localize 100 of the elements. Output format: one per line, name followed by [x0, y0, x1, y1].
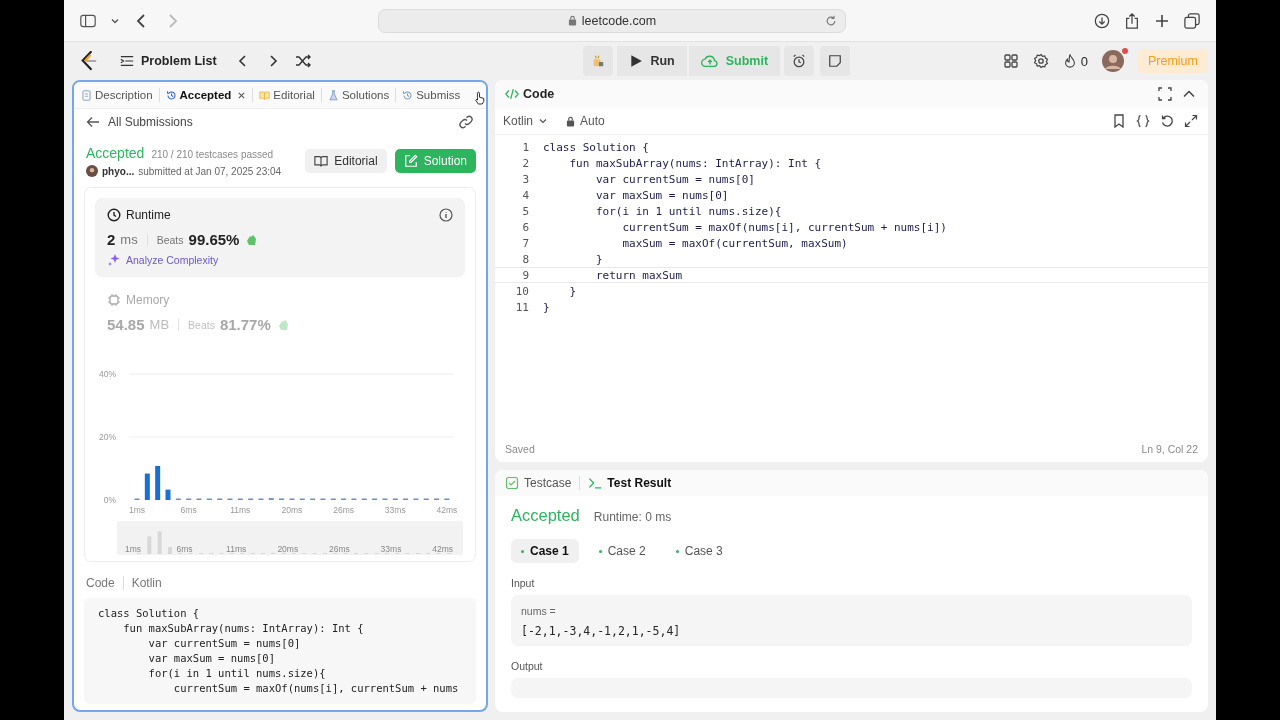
auto-mode-toggle[interactable]: Auto — [566, 114, 605, 128]
bar[interactable] — [165, 489, 171, 500]
cursor-position: Ln 9, Col 22 — [1141, 443, 1198, 455]
stat-label: Runtime — [126, 208, 171, 222]
url-text: leetcode.com — [581, 13, 657, 28]
line-number: 11 — [514, 300, 530, 314]
layout-icon[interactable] — [1002, 53, 1019, 69]
share-icon[interactable] — [1124, 12, 1140, 29]
download-icon[interactable] — [1094, 12, 1110, 29]
run-button[interactable]: Run — [617, 46, 687, 76]
notification-dot — [1121, 48, 1128, 54]
line-number: 9 — [521, 268, 530, 282]
streak-count: 0 — [1080, 53, 1088, 69]
bookmark-icon[interactable] — [1112, 114, 1126, 128]
axis-label: 26ms — [329, 544, 350, 554]
case-tab[interactable]: Case 3 — [665, 539, 733, 563]
stat-panel[interactable]: Runtime 2 ms Beats 99.65% Analyze Complexity — [95, 198, 465, 277]
code-text: class Solution { — [543, 140, 649, 154]
axis-label: 0% — [103, 495, 116, 505]
runtime-text: Runtime: 0 ms — [593, 510, 672, 524]
sidebar-icon[interactable] — [80, 12, 96, 29]
analyze-complexity-link[interactable]: Analyze Complexity — [107, 253, 453, 267]
link-icon[interactable] — [458, 114, 474, 130]
stat-unit: ms — [120, 232, 138, 247]
fullscreen-icon[interactable] — [1158, 87, 1172, 101]
line-number: 6 — [521, 220, 530, 234]
submitted-time: submitted at Jan 07, 2025 23:04 — [138, 165, 282, 177]
axis-label: 42ms — [436, 505, 458, 515]
axis-label: 1ms — [128, 505, 146, 515]
history-icon — [402, 89, 414, 101]
code-text: } — [594, 252, 603, 266]
axis-label: 42ms — [432, 544, 453, 554]
code-text: currentSum = maxOf(nums[i], currentSum + nums[i]) — [621, 220, 947, 234]
problem-list-button[interactable]: Problem List — [112, 54, 221, 68]
reload-icon[interactable] — [825, 14, 837, 27]
code-text: } — [543, 300, 550, 314]
stat-label: Memory — [126, 293, 170, 307]
info-icon[interactable] — [439, 208, 453, 222]
braces-icon[interactable] — [1136, 114, 1150, 128]
terminal-icon — [588, 476, 603, 490]
panel-tab[interactable]: Solutions — [324, 87, 393, 103]
line-number: 3 — [521, 172, 530, 186]
panel-tab[interactable]: Accepted — [162, 87, 250, 103]
flask-icon — [327, 89, 339, 101]
code-label: Code — [86, 576, 115, 590]
lock-icon — [566, 115, 576, 127]
result-status: Accepted — [511, 506, 580, 525]
all-submissions-link[interactable]: All Submissions — [86, 115, 193, 129]
bar[interactable] — [155, 466, 161, 500]
case-tab[interactable]: Case 2 — [588, 539, 656, 563]
save-status: Saved — [505, 443, 535, 455]
debug-button[interactable] — [583, 46, 614, 76]
avatar[interactable] — [1101, 50, 1124, 72]
panel-tab[interactable]: Editorial — [256, 87, 318, 103]
axis-label: 33ms — [380, 544, 402, 554]
line-number: 7 — [521, 236, 530, 250]
settings-icon[interactable] — [1032, 53, 1049, 69]
editorial-button[interactable]: Editorial — [305, 149, 387, 173]
panel-tab[interactable]: Description — [78, 87, 156, 103]
code-line: currentSum = maxOf(nums[i], currentSum + nums — [172, 681, 460, 696]
axis-label: 40% — [99, 369, 116, 379]
beats-percent: 99.65% — [188, 231, 240, 248]
code-tab[interactable]: Code — [505, 87, 555, 101]
reset-icon[interactable] — [1160, 114, 1174, 128]
panel-tab[interactable]: Submiss — [399, 87, 464, 103]
tabs-icon[interactable] — [1184, 12, 1200, 29]
address-bar[interactable]: leetcode.com — [378, 8, 846, 33]
stat-value: 2 — [107, 231, 116, 248]
case-tab[interactable]: Case 1 — [511, 539, 579, 563]
language-dropdown[interactable]: Kotlin — [503, 114, 549, 128]
stat-unit: MB — [149, 317, 170, 332]
history-icon — [165, 89, 177, 101]
testcases-text: 210 / 210 testcases passed — [151, 149, 274, 160]
code-line: var currentSum = nums[0] — [147, 636, 302, 651]
plus-icon[interactable] — [1154, 12, 1170, 29]
axis-label: 11ms — [226, 544, 247, 554]
panel-tab[interactable]: Testcase — [505, 476, 572, 490]
clap-icon — [244, 232, 259, 247]
axis-label: 6ms — [176, 544, 193, 554]
dot-icon — [521, 549, 524, 553]
line-number: 2 — [521, 156, 530, 170]
debug-icon — [591, 54, 606, 68]
notes-button[interactable] — [820, 46, 851, 76]
avatar — [86, 165, 98, 177]
list-icon — [120, 54, 134, 68]
username[interactable]: phyo... — [102, 165, 135, 177]
timer-button[interactable] — [784, 46, 815, 76]
alarm-clock-icon — [792, 54, 807, 68]
code-text: } — [568, 284, 577, 298]
expand-icon[interactable] — [1184, 114, 1198, 128]
bar[interactable] — [144, 473, 150, 500]
cloud-upload-icon — [700, 54, 719, 68]
panel-tab[interactable]: Test Result — [588, 476, 672, 490]
logo-icon[interactable] — [80, 51, 98, 71]
axis-label: 20ms — [277, 544, 299, 554]
code-text: fun maxSubArray(nums: IntArray): Int { — [568, 156, 822, 170]
variable-name: nums = — [521, 605, 557, 617]
close-icon[interactable] — [237, 90, 247, 100]
input-value: [-2,1,-3,4,-1,2,1,-5,4] — [521, 624, 682, 638]
shuffle-icon[interactable] — [294, 53, 311, 69]
